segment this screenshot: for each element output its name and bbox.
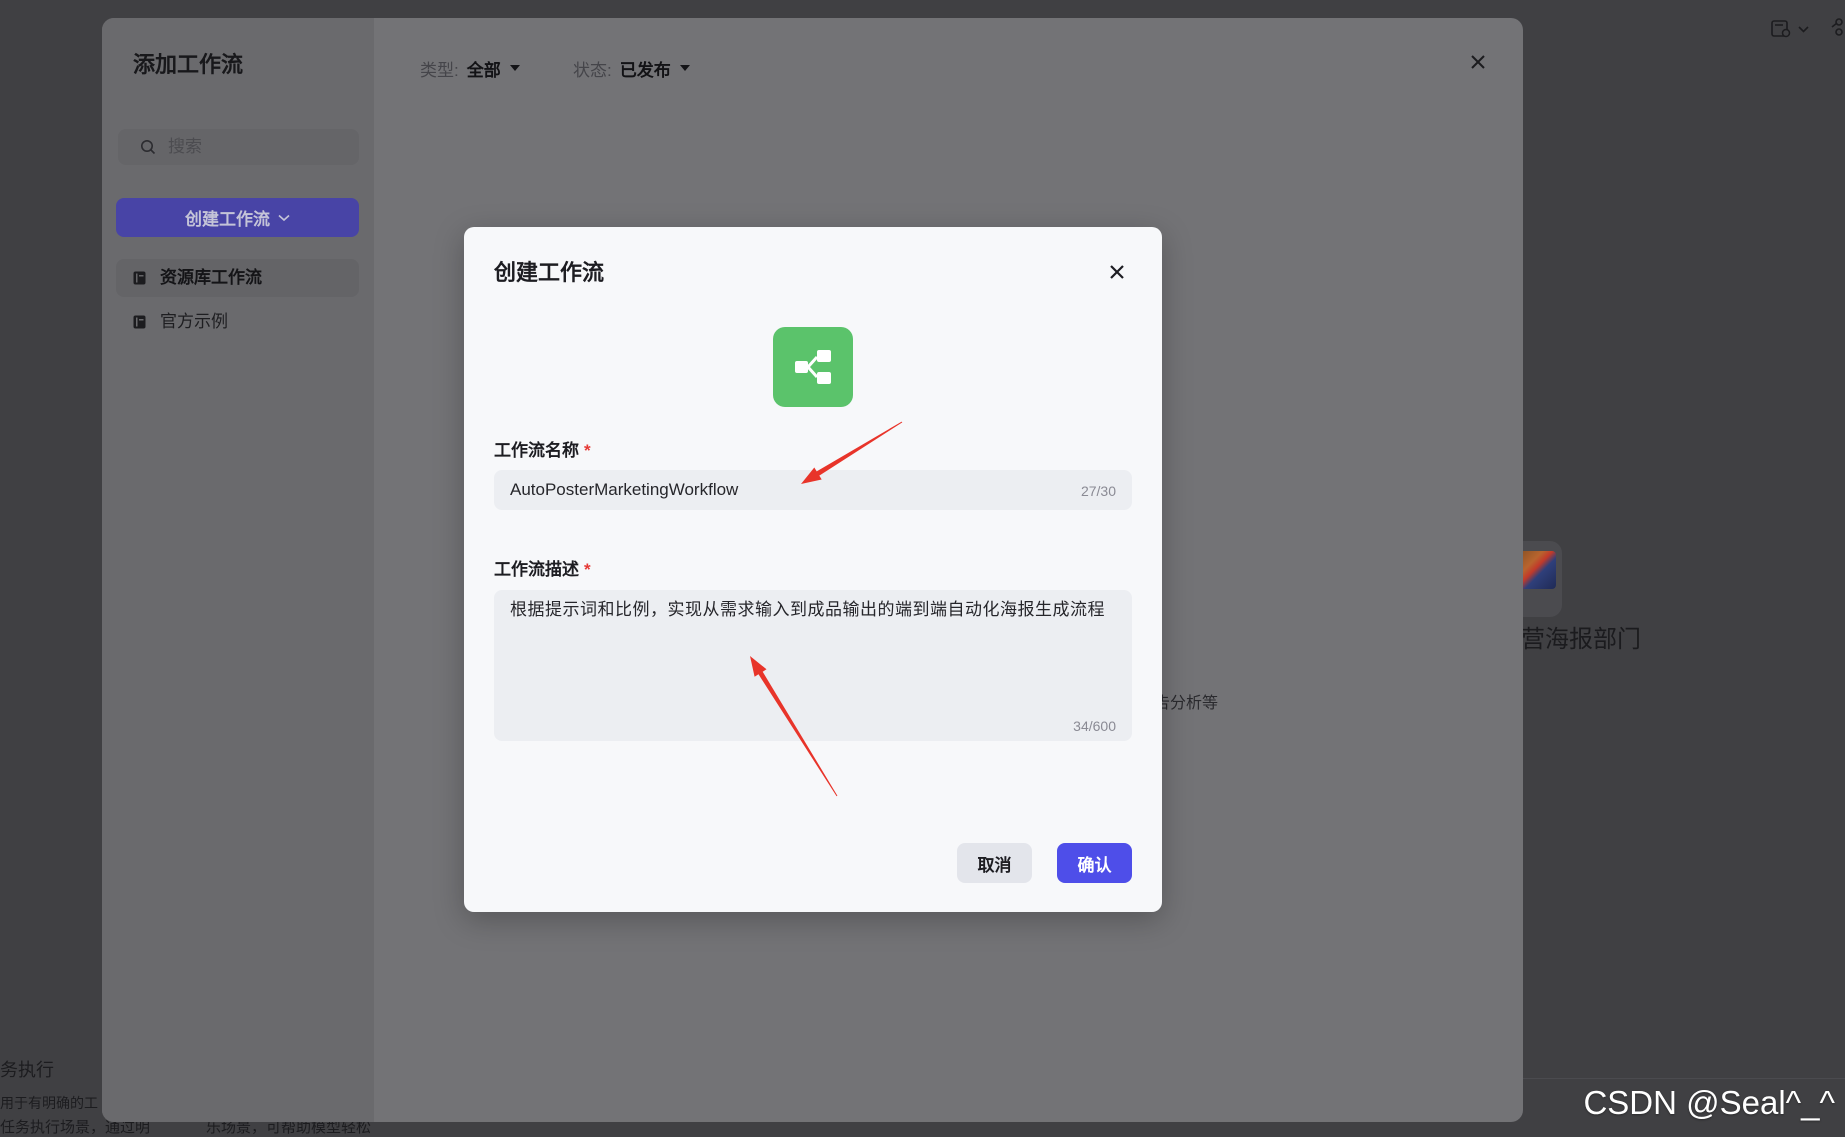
caret-down-icon <box>679 65 690 71</box>
search-box[interactable] <box>118 129 359 165</box>
type-filter[interactable]: 类型: 全部 <box>420 56 520 80</box>
required-mark: * <box>584 560 591 579</box>
library-icon <box>133 271 146 285</box>
required-mark: * <box>584 441 591 460</box>
modal-sidebar: 添加工作流 创建工作流 资源库工作流 <box>102 18 374 1122</box>
background-text: 务执行 <box>0 1060 54 1080</box>
filter-value[interactable]: 全部 <box>467 56 501 81</box>
create-workflow-button[interactable]: 创建工作流 <box>116 198 359 237</box>
search-input[interactable] <box>168 129 348 165</box>
modal-title: 添加工作流 <box>133 52 244 77</box>
sidebar-item-label: 资源库工作流 <box>160 268 262 287</box>
workflow-name-input[interactable] <box>510 470 1050 510</box>
workflow-description-textarea[interactable]: 根据提示词和比例，实现从需求输入到成品输出的端到端自动化海报生成流程 <box>510 598 1116 698</box>
close-icon <box>1110 265 1124 279</box>
confirm-button[interactable]: 确认 <box>1057 843 1132 883</box>
name-label-text: 工作流名称 <box>494 441 579 460</box>
divider <box>1523 1078 1845 1079</box>
caret-down-icon <box>509 65 520 71</box>
desc-label-text: 工作流描述 <box>494 560 579 579</box>
dialog-close-button[interactable] <box>1107 262 1127 282</box>
sidebar-item-library-workflows[interactable]: 资源库工作流 <box>116 259 359 297</box>
sidebar-item-official-examples[interactable]: 官方示例 <box>116 303 359 341</box>
filter-label: 类型: <box>420 60 459 80</box>
card-description-text: 告分析等 <box>1154 695 1219 712</box>
template-icon[interactable] <box>1771 20 1791 38</box>
name-field-label: 工作流名称 * <box>494 441 591 461</box>
filter-value[interactable]: 已发布 <box>620 56 671 81</box>
watermark: CSDN @Seal^_^ <box>1583 1084 1835 1121</box>
library-icon <box>133 315 146 329</box>
desc-char-counter: 34/600 <box>1073 718 1116 734</box>
share-icon[interactable] <box>1830 18 1843 36</box>
close-icon <box>1471 55 1485 69</box>
department-card-title[interactable]: 营海报部门 <box>1521 625 1641 655</box>
name-char-counter: 27/30 <box>1080 483 1116 499</box>
dialog-title: 创建工作流 <box>494 260 605 285</box>
chevron-down-icon <box>278 214 290 221</box>
search-icon <box>141 140 156 155</box>
modal-close-button[interactable] <box>1467 51 1489 73</box>
sidebar-item-label: 官方示例 <box>160 312 228 331</box>
description-field[interactable]: 根据提示词和比例，实现从需求输入到成品输出的端到端自动化海报生成流程 34/60… <box>494 590 1132 741</box>
filter-label: 状态: <box>573 60 612 80</box>
cancel-button[interactable]: 取消 <box>957 843 1032 883</box>
workflow-icon <box>795 350 831 384</box>
status-filter[interactable]: 状态: 已发布 <box>573 56 690 80</box>
create-workflow-label: 创建工作流 <box>185 210 270 229</box>
workflow-icon-picker[interactable] <box>773 327 853 407</box>
background-text: 用于有明确的工 <box>0 1095 98 1111</box>
create-workflow-dialog: 创建工作流 工作流名称 * 27/30 工作流描述 * 根据提示词和比例，实现从需求… <box>464 227 1162 912</box>
name-field[interactable]: 27/30 <box>494 470 1132 510</box>
chevron-down-icon[interactable] <box>1798 26 1809 33</box>
desc-field-label: 工作流描述 * <box>494 560 591 580</box>
